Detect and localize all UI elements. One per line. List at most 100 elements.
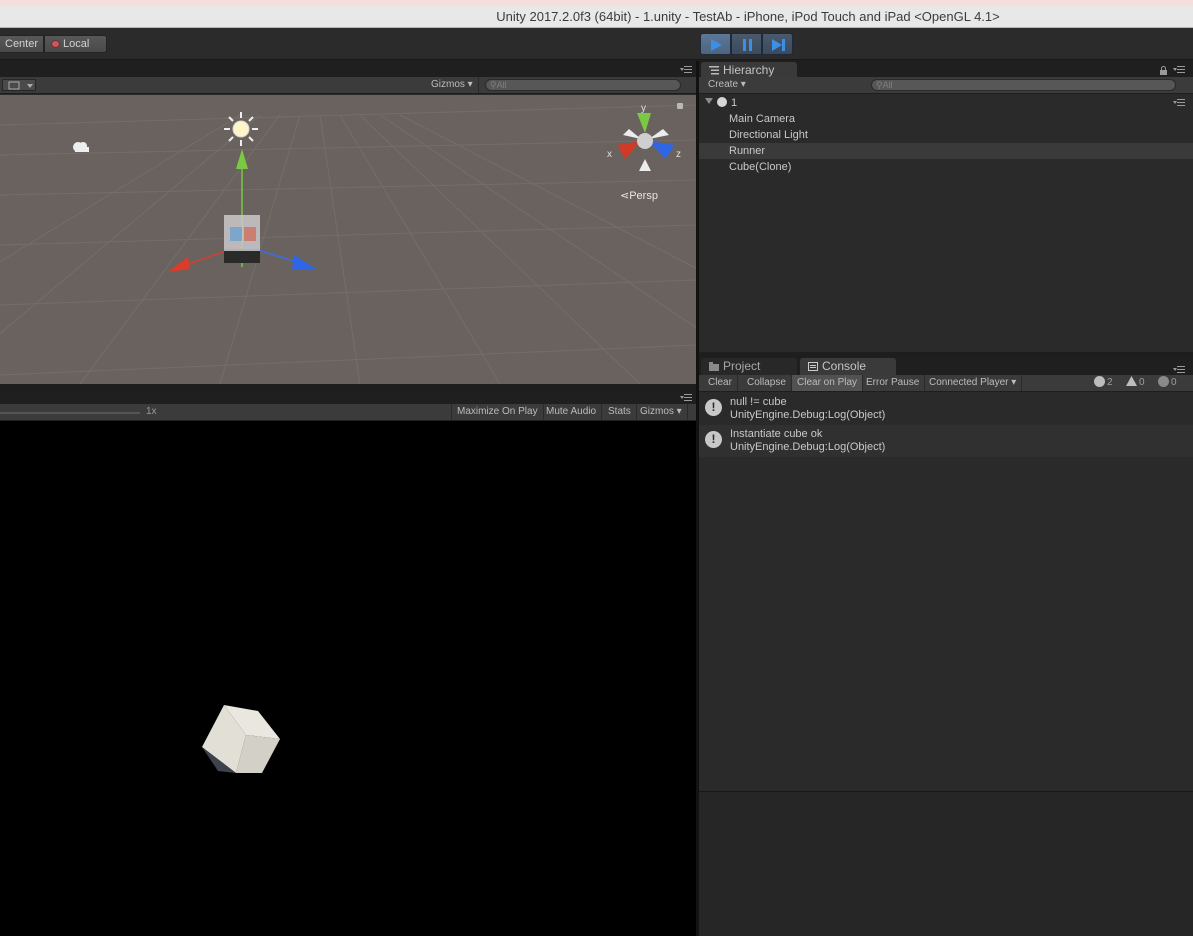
scale-slider[interactable] (0, 412, 140, 414)
scale-label: 1x (146, 406, 157, 417)
hierarchy-menu-icon[interactable] (1173, 66, 1185, 74)
rendered-cube (202, 705, 280, 773)
game-tabstrip (0, 390, 696, 404)
axis-z-label: z (676, 149, 681, 160)
connected-player-dropdown[interactable]: Connected Player ▾ (924, 375, 1023, 391)
collapse-button[interactable]: Collapse (742, 375, 792, 391)
hierarchy-list: 1 Main Camera Directional Light Runner C… (699, 95, 1193, 175)
game-toolbar: 1x Maximize On Play Mute Audio Stats Giz… (0, 404, 696, 421)
game-menu-icon[interactable] (680, 394, 692, 402)
log-message: Instantiate cube ok (730, 428, 823, 440)
axis-x-label: x (607, 149, 612, 160)
scene-search-placeholder: All (496, 80, 507, 90)
log-trace: UnityEngine.Debug:Log(Object) (730, 441, 886, 453)
mute-audio-button[interactable]: Mute Audio (541, 404, 603, 420)
hierarchy-search-placeholder: All (882, 80, 893, 90)
local-space-icon (51, 40, 60, 48)
create-label: Create (708, 79, 739, 90)
move-tool-gizmo[interactable] (160, 145, 330, 280)
warning-icon (1126, 376, 1137, 386)
log-info-icon: ! (705, 431, 722, 448)
scene-gizmos-button[interactable]: Gizmos ▾ (426, 77, 479, 93)
lock-icon[interactable] (1159, 66, 1168, 75)
scene-name: 1 (731, 97, 738, 109)
orientation-gizmo[interactable]: y x z (605, 101, 685, 173)
warning-count-toggle[interactable]: 0 (1126, 376, 1145, 390)
connected-player-label: Connected Player (929, 377, 1009, 388)
scene-menu-icon[interactable] (680, 66, 692, 74)
hierarchy-search-input[interactable]: ⚲All (871, 79, 1176, 91)
log-info-icon: ! (705, 399, 722, 416)
projection-label-text: Persp (629, 190, 658, 202)
axis-y-label: y (641, 103, 646, 114)
error-count: 0 (1171, 377, 1177, 388)
projection-label[interactable]: ⋖Persp (620, 189, 658, 202)
hierarchy-toolbar: Create ▾ ⚲All (699, 77, 1193, 94)
maximize-on-play-button[interactable]: Maximize On Play (451, 404, 544, 420)
create-dropdown[interactable]: Create ▾ (703, 77, 751, 93)
error-count-toggle[interactable]: 0 (1158, 376, 1177, 390)
list-icon (709, 66, 719, 75)
warning-count: 0 (1139, 377, 1145, 388)
expand-arrow-icon[interactable] (705, 98, 713, 108)
scene-panel: Gizmos ▾ ⚲All y x z ⋖Persp (0, 61, 696, 384)
main-toolbar: Center Local (0, 28, 1193, 60)
console-panel: Project Console Clear Collapse Clear on … (699, 357, 1193, 936)
game-panel: 1x Maximize On Play Mute Audio Stats Giz… (0, 390, 696, 936)
title-bar-strip (0, 0, 1193, 6)
console-menu-icon[interactable] (1173, 366, 1185, 374)
draw-mode-dropdown[interactable] (2, 79, 36, 91)
camera-gizmo-icon[interactable] (70, 139, 92, 155)
pause-icon (743, 39, 752, 51)
space-local-label: Local (63, 38, 90, 50)
pause-button[interactable] (731, 33, 762, 55)
tab-console[interactable]: Console (800, 358, 896, 375)
step-icon (772, 39, 785, 51)
console-toolbar: Clear Collapse Clear on Play Error Pause… (699, 375, 1193, 392)
game-gizmos-button[interactable]: Gizmos ▾ (635, 404, 688, 420)
info-icon (1094, 376, 1105, 387)
window-title: Unity 2017.2.0f3 (64bit) - 1.unity - Tes… (496, 9, 1000, 24)
info-count-toggle[interactable]: 2 (1094, 376, 1113, 390)
folder-icon (709, 362, 719, 371)
tab-project[interactable]: Project (701, 358, 797, 375)
log-entry[interactable]: ! Instantiate cube ok UnityEngine.Debug:… (699, 425, 1193, 457)
info-count: 2 (1107, 377, 1113, 388)
step-button[interactable] (762, 33, 793, 55)
space-local-button[interactable]: Local (44, 35, 107, 53)
hierarchy-item-runner[interactable]: Runner (699, 143, 1193, 159)
scene-gizmos-label: Gizmos (431, 79, 465, 90)
log-message: null != cube (730, 396, 787, 408)
scene-root-menu-icon[interactable] (1173, 99, 1185, 107)
pivot-center-button[interactable]: Center (0, 35, 44, 53)
console-icon (808, 362, 818, 371)
scene-toolbar: Gizmos ▾ ⚲All (0, 77, 696, 94)
scene-viewport[interactable]: y x z ⋖Persp (0, 95, 696, 384)
log-entry[interactable]: ! null != cube UnityEngine.Debug:Log(Obj… (699, 393, 1193, 425)
error-pause-button[interactable]: Error Pause (861, 375, 926, 391)
play-button[interactable] (700, 33, 731, 55)
title-bar: Unity 2017.2.0f3 (64bit) - 1.unity - Tes… (0, 0, 1193, 28)
clear-button[interactable]: Clear (703, 375, 738, 391)
console-log-list: ! null != cube UnityEngine.Debug:Log(Obj… (699, 393, 1193, 790)
hierarchy-item-main-camera[interactable]: Main Camera (699, 111, 1193, 127)
error-icon (1158, 376, 1169, 387)
scene-grid (0, 104, 696, 384)
game-gizmos-label: Gizmos (640, 406, 674, 417)
scene-search-input[interactable]: ⚲All (485, 79, 681, 91)
console-detail-area[interactable] (699, 791, 1193, 936)
log-trace: UnityEngine.Debug:Log(Object) (730, 409, 886, 421)
hierarchy-item-cube-clone[interactable]: Cube(Clone) (699, 159, 1193, 175)
hierarchy-scene-root[interactable]: 1 (699, 95, 1193, 111)
tab-hierarchy-label: Hierarchy (723, 63, 775, 77)
tab-project-label: Project (723, 359, 761, 373)
light-gizmo-icon[interactable] (222, 110, 260, 148)
stats-button[interactable]: Stats (603, 404, 637, 420)
hierarchy-item-directional-light[interactable]: Directional Light (699, 127, 1193, 143)
tab-console-label: Console (822, 359, 867, 373)
play-icon (711, 39, 722, 51)
unity-scene-icon (717, 97, 727, 107)
clear-on-play-button[interactable]: Clear on Play (792, 375, 864, 391)
hierarchy-panel: Hierarchy Create ▾ ⚲All 1 Main Camera Di… (699, 61, 1193, 352)
game-viewport[interactable] (0, 421, 696, 936)
